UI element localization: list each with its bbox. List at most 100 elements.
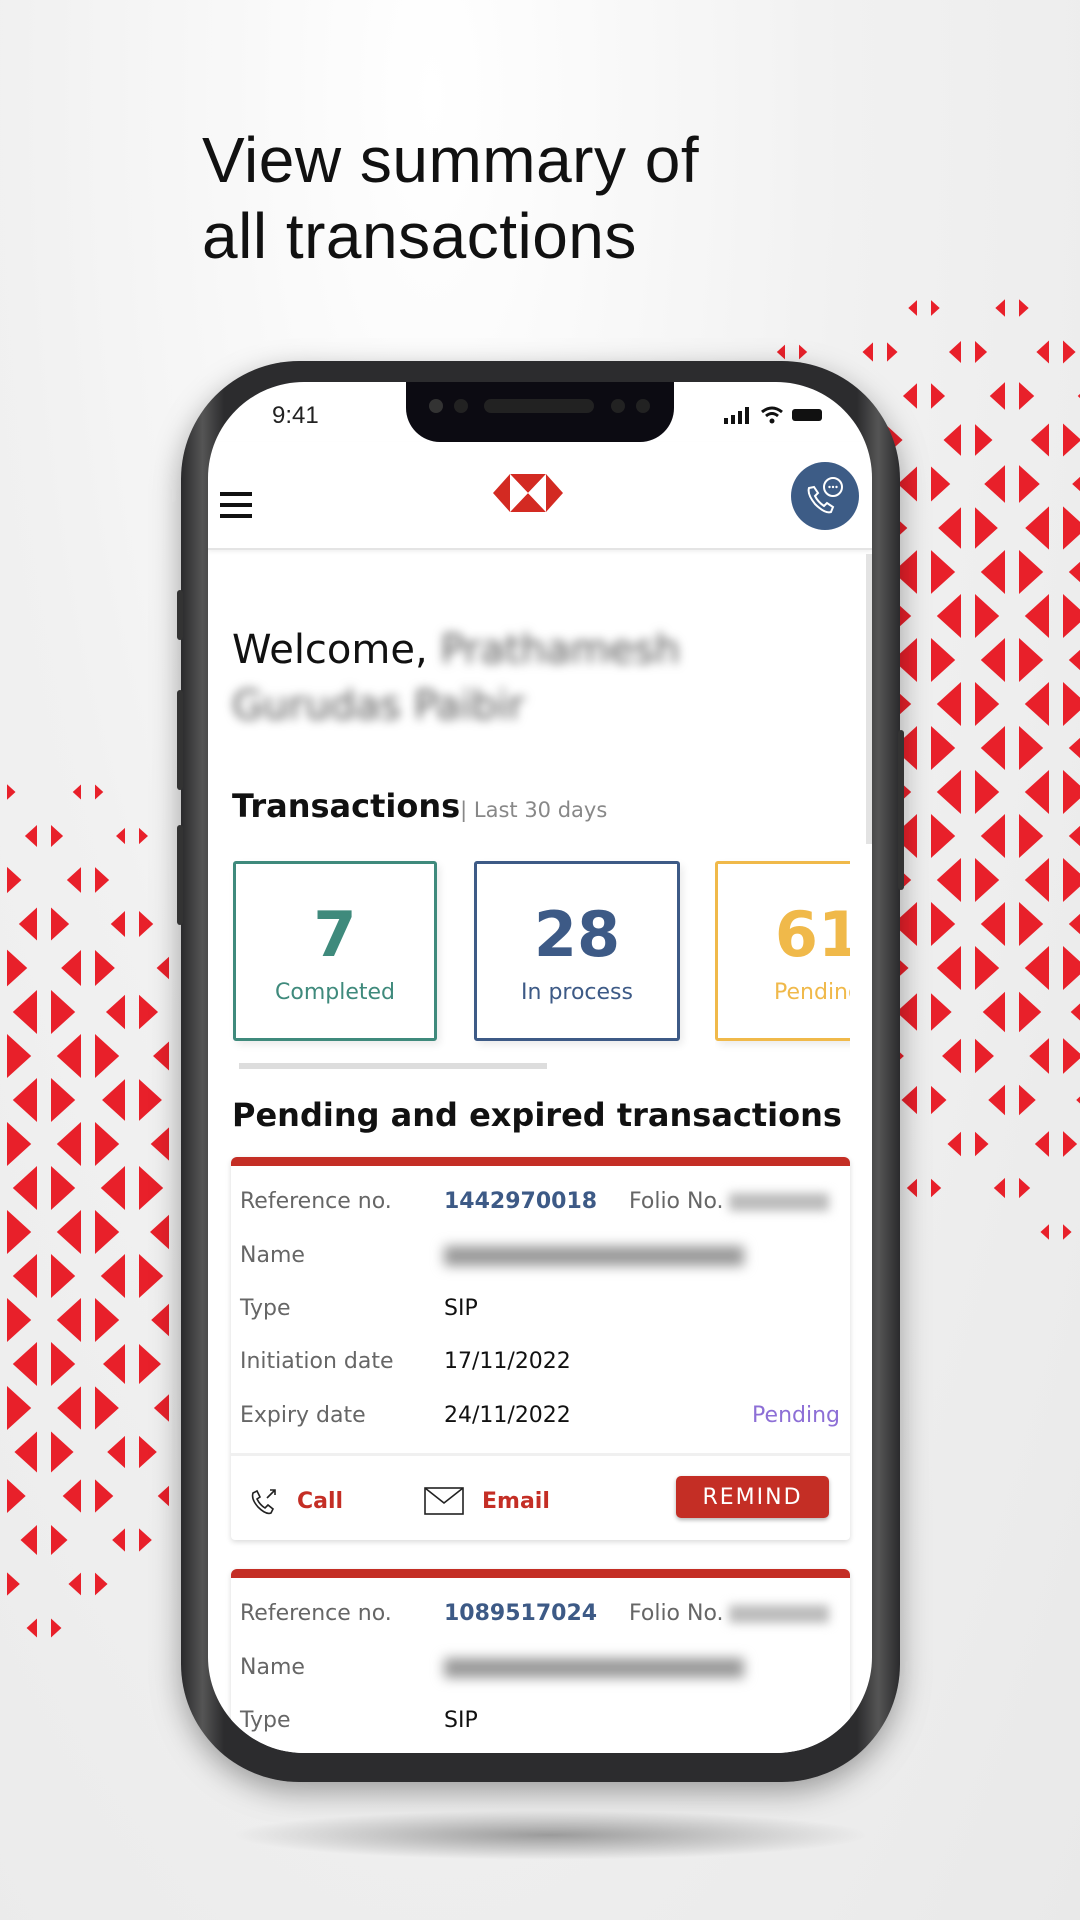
pattern-triangle [1034,1131,1049,1157]
pattern-triangle [931,726,956,770]
pattern-triangle [150,1127,169,1161]
pattern-triangle [862,342,873,362]
pattern-triangle [150,1214,169,1250]
pattern-triangle [51,825,64,847]
folio-number-redacted [729,1193,829,1211]
pattern-triangle [7,1298,32,1342]
pattern-triangle [1019,814,1044,858]
pattern-triangle [95,784,104,800]
pattern-triangle [1068,649,1080,671]
pattern-triangle [943,424,961,456]
headline: View summary of all transactions [202,124,700,272]
pattern-triangle [57,1386,81,1430]
horizontal-scroll-indicator[interactable] [239,1063,547,1069]
pattern-triangle [112,1528,125,1552]
status-icons [724,406,824,424]
pattern-triangle [1063,770,1080,814]
pattern-triangle [139,1435,157,1469]
pattern-triangle [931,1178,942,1198]
pattern-triangle [1063,594,1080,638]
pattern-triangle [110,911,125,937]
pattern-triangle [95,949,115,987]
pattern-triangle [12,990,37,1034]
pattern-triangle [153,1041,169,1071]
battery-icon [792,409,822,421]
hsbc-logo [493,474,563,512]
pattern-triangle [908,300,917,316]
pattern-triangle [51,1166,76,1210]
stat-card-in-process[interactable]: 28 In process [474,861,680,1041]
divider [231,1453,850,1456]
pattern-triangle [1030,423,1049,457]
pattern-triangle [100,1254,125,1298]
pattern-triangle [947,1131,961,1157]
pattern-triangle [18,907,37,941]
pattern-triangle [95,1572,108,1596]
pattern-triangle [156,956,169,980]
pattern-triangle [95,1122,120,1166]
pattern-triangle [931,993,952,1031]
pattern-triangle [1068,825,1080,847]
pattern-triangle [102,1079,125,1121]
pattern-triangle [105,994,125,1030]
pattern-triangle [975,946,1000,990]
contact-chat-button[interactable] [791,462,859,530]
pattern-triangle [799,344,808,360]
pattern-triangle [51,1431,74,1473]
pattern-triangle [151,1303,169,1337]
reference-number: 1442970018 [444,1189,598,1214]
pattern-triangle [1063,858,1080,902]
pattern-triangle [936,682,961,726]
pattern-triangle [1068,737,1080,759]
transactions-heading: Transactions| Last 30 days [232,787,608,825]
hamburger-icon[interactable] [220,492,252,520]
pattern-triangle [1063,1131,1078,1157]
pattern-triangle [100,1166,125,1210]
pattern-triangle [139,1079,162,1121]
stat-card-pending[interactable]: 61 Pending [715,861,850,1041]
pattern-triangle [1029,1038,1049,1074]
pattern-triangle [1024,858,1049,902]
reference-number: 1089517024 [444,1601,598,1626]
pattern-triangle [1063,506,1080,550]
transaction-card: Reference no. 1089517024 Folio No. Name … [231,1569,850,1753]
pattern-triangle [984,465,1005,503]
pattern-triangle [61,949,81,987]
pattern-triangle [139,827,148,845]
pattern-triangle [51,907,70,941]
pattern-triangle [95,1034,120,1078]
pattern-triangle [887,342,898,362]
pattern-triangle [931,814,956,858]
remind-button[interactable]: REMIND [676,1476,829,1518]
expiry-row: Expiry date 24/11/2022 Pending [240,1401,840,1431]
pattern-triangle [1063,1224,1072,1240]
pattern-triangle [980,902,1005,946]
stat-card-completed[interactable]: 7 Completed [233,861,437,1041]
pattern-triangle [12,1342,38,1386]
pattern-triangle [7,784,16,800]
pattern-triangle [139,1254,164,1298]
pattern-triangle [51,1078,76,1122]
pattern-triangle [153,1394,169,1422]
pattern-triangle [1019,638,1044,682]
pattern-triangle [139,1528,152,1552]
vertical-scrollbar[interactable] [866,554,872,844]
pattern-triangle [66,867,81,893]
pattern-triangle [975,682,1000,726]
pattern-triangle [51,990,76,1034]
pattern-triangle [72,784,81,800]
email-button[interactable]: Email [424,1481,550,1521]
call-button[interactable]: Call [249,1481,343,1521]
pattern-triangle [1019,299,1029,317]
pattern-triangle [139,1166,164,1210]
pattern-triangle [975,1131,989,1157]
pattern-triangle [1063,423,1080,457]
pattern-triangle [1025,506,1049,550]
pattern-triangle [116,827,125,845]
pattern-triangle [14,1431,37,1473]
pattern-triangle [975,341,988,363]
pattern-triangle [975,594,1000,638]
app-header [208,442,872,550]
pattern-triangle [24,825,37,847]
pattern-triangle [975,1038,994,1074]
